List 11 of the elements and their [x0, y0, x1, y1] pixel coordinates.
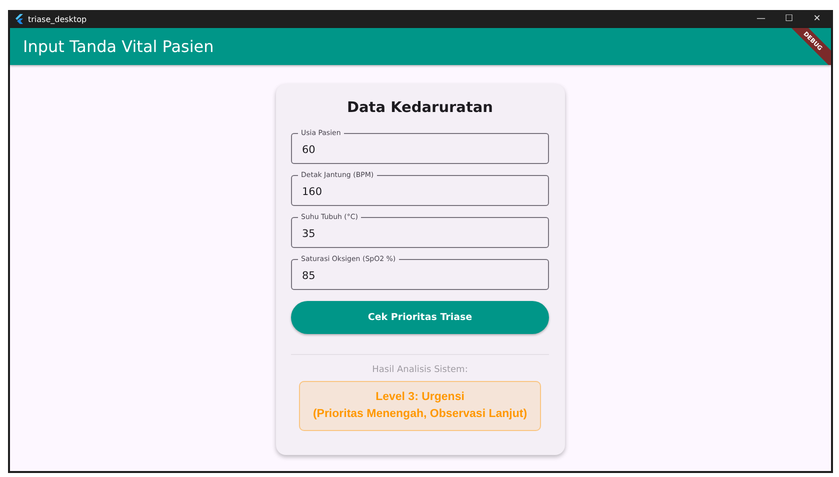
card-title: Data Kedaruratan [346, 100, 493, 116]
app-logo-icon [14, 14, 24, 24]
result-caption: Hasil Analisis Sistem: [372, 365, 468, 375]
app-bar-title: Input Tanda Vital Pasien [23, 37, 214, 56]
result-text: (Prioritas Menengah, Observasi Lanjut) [312, 407, 528, 422]
minimize-button[interactable]: — [747, 14, 775, 24]
maximize-button[interactable]: ☐ [775, 14, 803, 24]
check-priority-button[interactable]: Cek Prioritas Triase [291, 301, 549, 334]
close-button[interactable]: ✕ [803, 14, 831, 24]
window-title: triase_desktop [28, 14, 88, 24]
result-text: Level 3: Urgensi [376, 390, 464, 405]
